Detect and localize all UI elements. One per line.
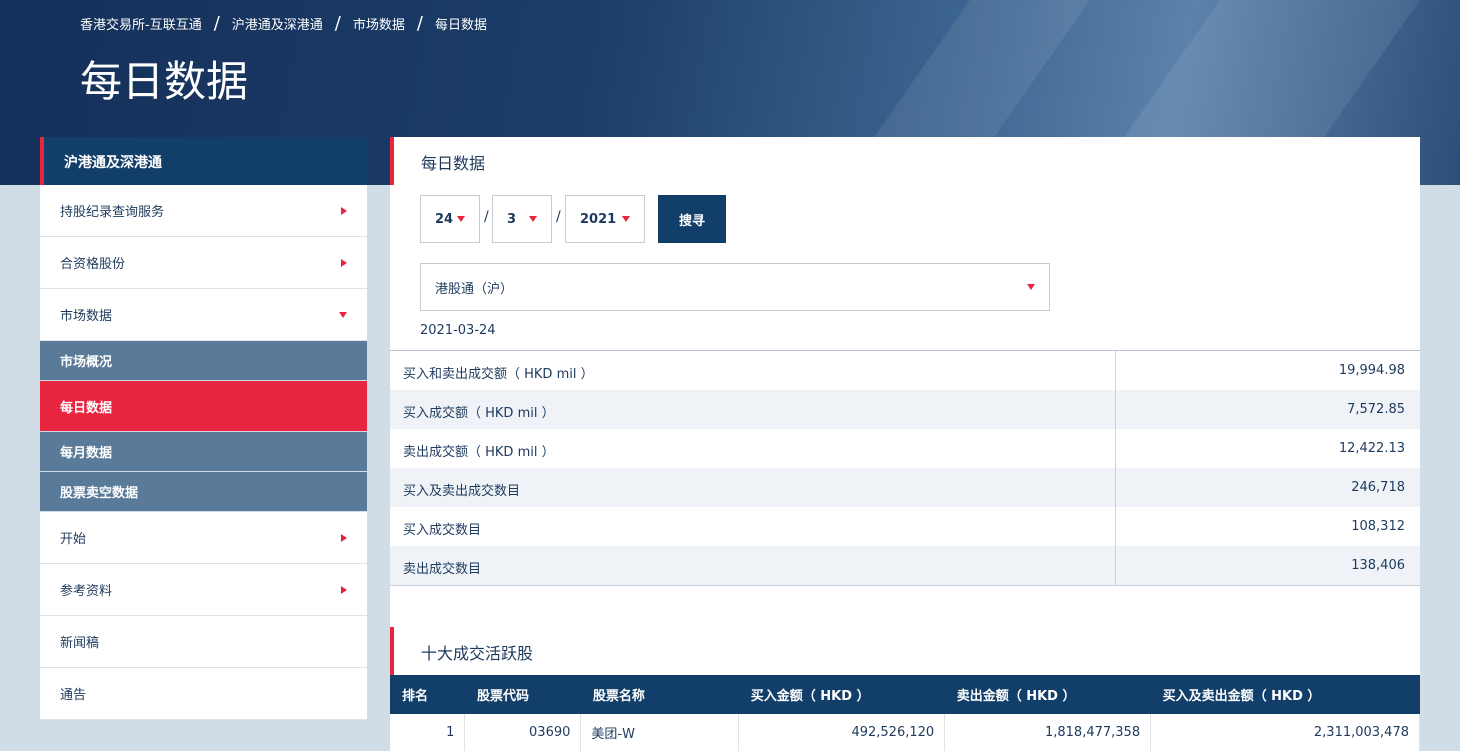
- sidebar-item[interactable]: 通告: [40, 668, 367, 720]
- sidebar-item[interactable]: 每日数据: [40, 381, 367, 432]
- chevron-down-icon: [529, 216, 537, 222]
- search-button[interactable]: 搜寻: [658, 195, 726, 243]
- sidebar-item-label: 每日数据: [60, 400, 113, 416]
- sidebar-item[interactable]: 市场数据: [40, 289, 367, 341]
- stats-row: 买入成交额（ HKD mil ） 7,572.85: [390, 390, 1420, 429]
- breadcrumb-link[interactable]: 沪港通及深港通: [232, 14, 323, 33]
- table-cell: 03690: [464, 714, 582, 751]
- main-panel: 每日数据 24 / 3 / 2021 搜寻 港股通（沪） 2021-03-24 …: [390, 137, 1420, 751]
- stats-row: 买入和卖出成交额（ HKD mil ） 19,994.98: [390, 351, 1420, 390]
- sidebar: 沪港通及深港通 持股纪录查询服务 合资格股份市场数据市场概况每日数据每月数据股票卖…: [40, 137, 367, 720]
- stat-value: 7,572.85: [1347, 402, 1405, 417]
- stats-table: 买入和卖出成交额（ HKD mil ） 19,994.98 买入成交额（ HKD m…: [390, 350, 1420, 586]
- sidebar-item-label: 合资格股份: [60, 257, 126, 272]
- chevron-right-icon: [341, 533, 347, 542]
- sidebar-item-label: 参考资料: [60, 584, 113, 599]
- table-cell: 美团-W: [580, 714, 740, 751]
- section-title: 每日数据: [390, 137, 1420, 185]
- stat-value: 12,422.13: [1338, 441, 1405, 456]
- market-select[interactable]: 港股通（沪）: [420, 263, 1050, 311]
- sidebar-item[interactable]: 每月数据: [40, 432, 367, 472]
- sidebar-item-label: 市场数据: [60, 309, 113, 324]
- stat-label: 买入和卖出成交额（ HKD mil ）: [390, 351, 1116, 390]
- sidebar-header[interactable]: 沪港通及深港通: [40, 137, 367, 185]
- stat-label: 买入成交数目: [390, 507, 1116, 546]
- sidebar-item-label: 市场概况: [60, 355, 113, 370]
- sidebar-item[interactable]: 开始: [40, 512, 367, 564]
- market-value: 港股通（沪）: [435, 281, 514, 297]
- breadcrumb-link[interactable]: 香港交易所-互联互通: [80, 14, 202, 33]
- chevron-right-icon: [341, 206, 347, 215]
- breadcrumb: 香港交易所-互联互通 / 沪港通及深港通 / 市场数据 / 每日数据: [80, 13, 487, 34]
- stat-value: 108,312: [1351, 519, 1405, 534]
- column-header: 股票名称: [580, 675, 739, 714]
- stat-value: 246,718: [1351, 480, 1405, 495]
- stat-label: 买入成交额（ HKD mil ）: [390, 390, 1116, 429]
- column-header: 卖出金额（ HKD ）: [944, 675, 1151, 714]
- chevron-down-icon: [622, 216, 630, 222]
- sidebar-item[interactable]: 新闻稿: [40, 616, 367, 668]
- chevron-down-icon: [1027, 284, 1035, 290]
- top10-table: 排名 股票代码 股票名称 买入金额（ HKD ）卖出金额（ HKD ）买入及卖出金额（…: [390, 675, 1420, 751]
- month-value: 3: [507, 211, 517, 227]
- sidebar-item[interactable]: 参考资料: [40, 564, 367, 616]
- data-date: 2021-03-24: [420, 323, 496, 338]
- stat-label: 卖出成交数目: [390, 546, 1116, 585]
- table-cell: 1: [390, 714, 466, 751]
- sidebar-item-label: 股票卖空数据: [60, 486, 139, 501]
- month-select[interactable]: 3: [492, 195, 552, 243]
- sidebar-item-label: 通告: [60, 688, 87, 703]
- stats-row: 买入成交数目 108,312: [390, 507, 1420, 546]
- sidebar-item[interactable]: 市场概况: [40, 341, 367, 381]
- stats-row: 买入及卖出成交数目 246,718: [390, 468, 1420, 507]
- table-cell: 492,526,120: [738, 714, 946, 751]
- column-header: 买入金额（ HKD ）: [738, 675, 945, 714]
- chevron-right-icon: [341, 258, 347, 267]
- year-select[interactable]: 2021: [565, 195, 645, 243]
- breadcrumb-link[interactable]: 市场数据: [353, 14, 405, 33]
- stat-label: 卖出成交额（ HKD mil ）: [390, 429, 1116, 468]
- stats-row: 卖出成交额（ HKD mil ） 12,422.13: [390, 429, 1420, 468]
- column-header: 股票代码: [464, 675, 581, 714]
- chevron-right-icon: [341, 585, 347, 594]
- table-cell: 2,311,003,478: [1150, 714, 1420, 751]
- sidebar-item-label: 每月数据: [60, 446, 113, 461]
- column-header: 买入及卖出金额（ HKD ）: [1150, 675, 1420, 714]
- top10-title: 十大成交活跃股: [390, 627, 1420, 675]
- chevron-down-icon: [457, 216, 465, 222]
- day-value: 24: [435, 211, 454, 227]
- breadcrumb-current: 每日数据: [434, 18, 487, 33]
- day-select[interactable]: 24: [420, 195, 480, 243]
- chevron-down-icon: [339, 311, 347, 318]
- sidebar-item-label: 新闻稿: [60, 636, 100, 651]
- stats-row: 卖出成交数目 138,406: [390, 546, 1420, 585]
- sidebar-item[interactable]: 股票卖空数据: [40, 472, 367, 512]
- stat-label: 买入及卖出成交数目: [390, 468, 1116, 507]
- table-row: 1 03690 美团-W 492,526,120 1,818,477,358 2,311,…: [390, 714, 1420, 751]
- year-value: 2021: [580, 211, 617, 227]
- stat-value: 138,406: [1351, 558, 1405, 573]
- sidebar-item[interactable]: 合资格股份: [40, 237, 367, 289]
- sidebar-item-label: 开始: [60, 532, 87, 547]
- sidebar-item[interactable]: 持股纪录查询服务: [40, 185, 367, 237]
- sidebar-item-label: 持股纪录查询服务: [60, 205, 165, 220]
- stat-value: 19,994.98: [1338, 363, 1405, 378]
- column-header: 排名: [390, 675, 465, 714]
- table-cell: 1,818,477,358: [944, 714, 1152, 751]
- page-title: 每日数据: [80, 57, 249, 106]
